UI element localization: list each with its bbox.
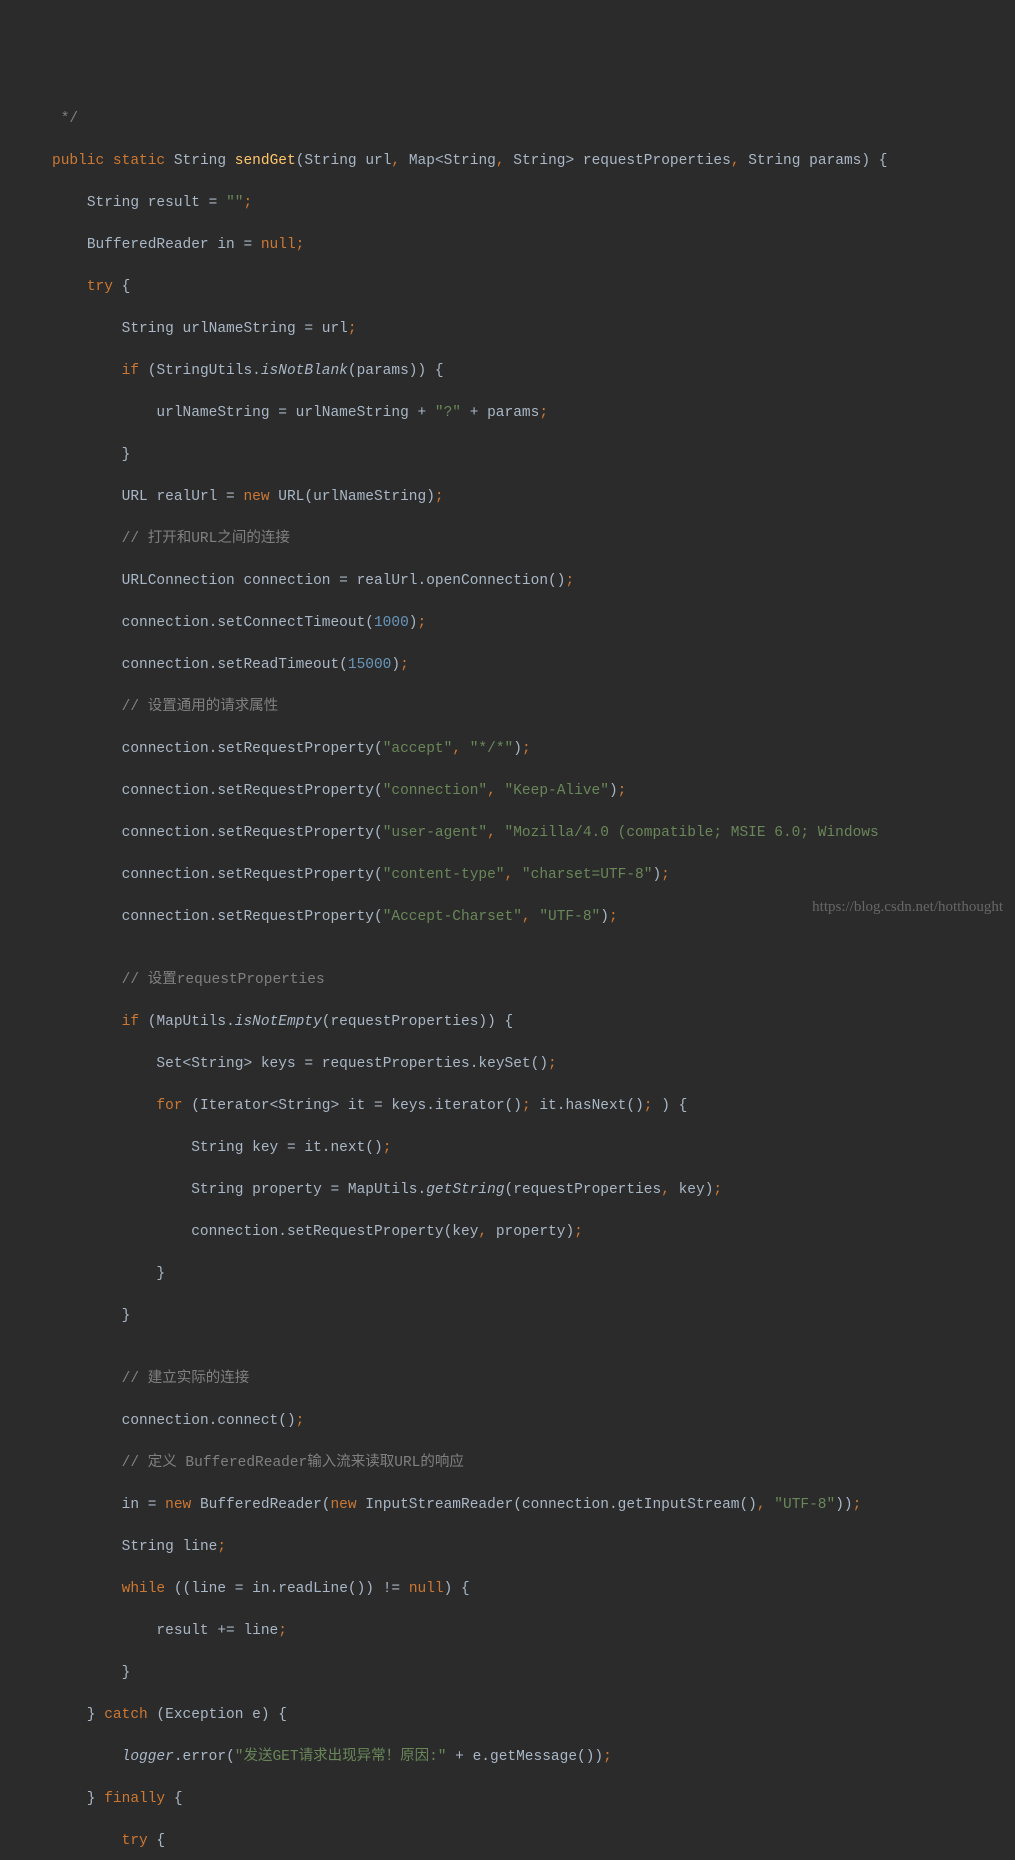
code-line: while ((line = in.readLine()) != null) { — [0, 1579, 1015, 1600]
code-line: } — [0, 1663, 1015, 1684]
code-line: String line; — [0, 1537, 1015, 1558]
code-line: try { — [0, 1831, 1015, 1852]
code-line: String urlNameString = url; — [0, 319, 1015, 340]
code-line: } — [0, 445, 1015, 466]
code-line: connection.setRequestProperty("accept", … — [0, 739, 1015, 760]
code-line: connection.setReadTimeout(15000); — [0, 655, 1015, 676]
code-line: Set<String> keys = requestProperties.key… — [0, 1054, 1015, 1075]
code-line: } — [0, 1264, 1015, 1285]
code-line: BufferedReader in = null; — [0, 235, 1015, 256]
code-line: } catch (Exception e) { — [0, 1705, 1015, 1726]
code-line: // 设置通用的请求属性 — [0, 697, 1015, 718]
code-line: connection.setRequestProperty("content-t… — [0, 865, 1015, 886]
code-line: // 打开和URL之间的连接 — [0, 529, 1015, 550]
code-line: // 建立实际的连接 — [0, 1369, 1015, 1390]
code-line: if (MapUtils.isNotEmpty(requestPropertie… — [0, 1012, 1015, 1033]
code-line: urlNameString = urlNameString + "?" + pa… — [0, 403, 1015, 424]
watermark: https://blog.csdn.net/hotthought — [812, 897, 1003, 918]
code-line: connection.setRequestProperty(key, prope… — [0, 1222, 1015, 1243]
code-line: connection.connect(); — [0, 1411, 1015, 1432]
code-line: public static String sendGet(String url,… — [0, 151, 1015, 172]
code-line: */ — [0, 109, 1015, 130]
code-line: } — [0, 1306, 1015, 1327]
code-line: } finally { — [0, 1789, 1015, 1810]
code-line: connection.setRequestProperty("connectio… — [0, 781, 1015, 802]
code-editor: */ public static String sendGet(String u… — [0, 88, 1015, 1860]
code-line: String result = ""; — [0, 193, 1015, 214]
code-line: for (Iterator<String> it = keys.iterator… — [0, 1096, 1015, 1117]
code-line: String property = MapUtils.getString(req… — [0, 1180, 1015, 1201]
code-line: result += line; — [0, 1621, 1015, 1642]
code-line: logger.error("发送GET请求出现异常！原因:" + e.getMe… — [0, 1747, 1015, 1768]
code-line: String key = it.next(); — [0, 1138, 1015, 1159]
code-line: try { — [0, 277, 1015, 298]
code-line: in = new BufferedReader(new InputStreamR… — [0, 1495, 1015, 1516]
code-line: connection.setConnectTimeout(1000); — [0, 613, 1015, 634]
code-line: URL realUrl = new URL(urlNameString); — [0, 487, 1015, 508]
code-line: URLConnection connection = realUrl.openC… — [0, 571, 1015, 592]
code-line: if (StringUtils.isNotBlank(params)) { — [0, 361, 1015, 382]
code-line: // 设置requestProperties — [0, 970, 1015, 991]
code-line: // 定义 BufferedReader输入流来读取URL的响应 — [0, 1453, 1015, 1474]
code-line: connection.setRequestProperty("user-agen… — [0, 823, 1015, 844]
